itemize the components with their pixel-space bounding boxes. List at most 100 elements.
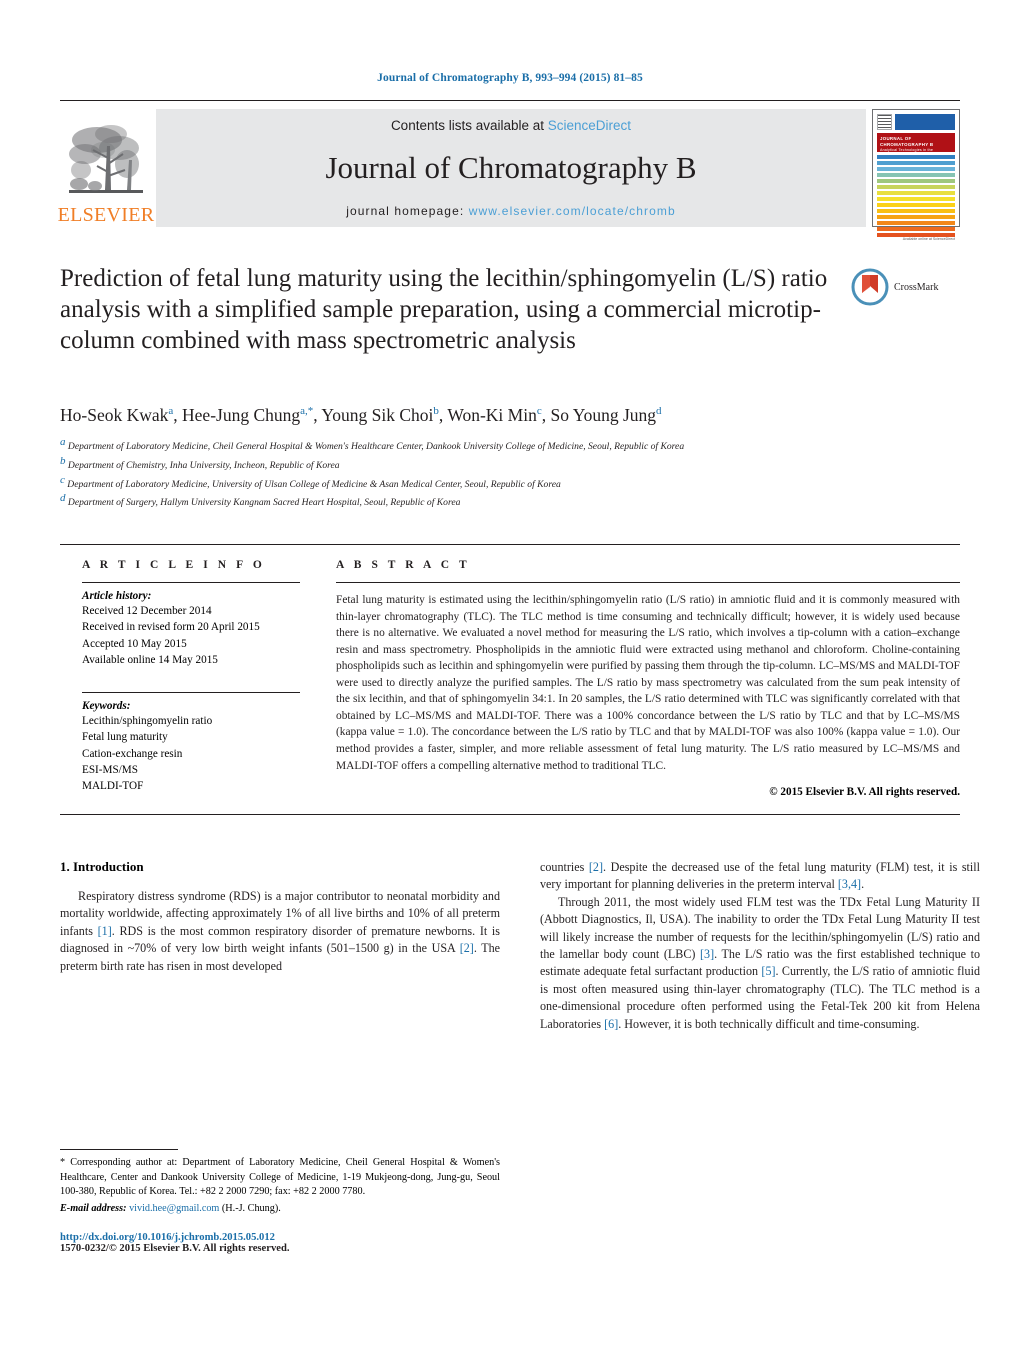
sciencedirect-link[interactable]: ScienceDirect <box>548 118 631 133</box>
citation-ref[interactable]: [3,4] <box>838 877 861 891</box>
doi-link[interactable]: http://dx.doi.org/10.1016/j.jchromb.2015… <box>60 1232 500 1243</box>
cover-red-banner: JOURNAL OF CHROMATOGRAPHY B Analytical T… <box>877 133 955 157</box>
keyword-item: MALDI-TOF <box>82 780 144 793</box>
cover-footer-text: Available online at ScienceDirect <box>902 237 955 241</box>
citation-ref[interactable]: [3] <box>700 947 714 961</box>
author-name: Won-Ki Min <box>447 405 537 425</box>
affiliation-text: Department of Laboratory Medicine, Unive… <box>67 478 561 490</box>
divider <box>336 582 960 584</box>
title-block: Prediction of fetal lung maturity using … <box>60 263 960 383</box>
cover-banner-title: JOURNAL OF CHROMATOGRAPHY B <box>880 136 934 147</box>
homepage-url-link[interactable]: www.elsevier.com/locate/chromb <box>469 204 676 218</box>
article-history-label: Article history: <box>82 590 152 603</box>
keywords-list: Lecithin/sphingomyelin ratio Fetal lung … <box>82 713 300 794</box>
crossmark-icon <box>851 268 889 306</box>
author-affiliation-marker: b <box>433 405 439 418</box>
paragraph-text: . <box>861 877 865 892</box>
cover-blue-bars <box>895 114 955 130</box>
affiliation-item: c Department of Laboratory Medicine, Uni… <box>60 473 860 492</box>
citation-ref[interactable]: [2] <box>589 860 603 874</box>
email-owner: (H.-J. Chung). <box>221 1202 281 1214</box>
affiliation-item: a Department of Laboratory Medicine, Che… <box>60 435 860 454</box>
email-label: E-mail address: <box>60 1202 127 1214</box>
keywords-label: Keywords: <box>82 700 131 713</box>
page-title: Prediction of fetal lung maturity using … <box>60 265 828 354</box>
keyword-item: Fetal lung maturity <box>82 731 168 744</box>
author-name: So Young Jung <box>550 405 657 425</box>
affiliation-item: b Department of Chemistry, Inha Universi… <box>60 454 860 473</box>
crossmark-label: CrossMark <box>894 281 939 293</box>
affiliation-text: Department of Surgery, Hallym University… <box>67 497 461 509</box>
article-history-list: Received 12 December 2014 Received in re… <box>82 603 300 668</box>
issn-copyright-line: 1570-0232/© 2015 Elsevier B.V. All right… <box>60 1243 290 1255</box>
copyright-line: © 2015 Elsevier B.V. All rights reserved… <box>769 786 960 799</box>
elsevier-tree-icon <box>69 125 143 193</box>
citation-ref[interactable]: [2] <box>460 941 474 955</box>
email-link[interactable]: vivid.hee@gmail.com <box>129 1203 219 1214</box>
abstract-column: A B S T R A C T Fetal lung maturity is e… <box>330 559 960 798</box>
intro-paragraph-right-2: Through 2011, the most widely used FLM t… <box>540 894 980 1033</box>
keyword-item: Lecithin/sphingomyelin ratio <box>82 715 213 728</box>
elsevier-wordmark: ELSEVIER <box>57 204 155 226</box>
affiliation-marker: d <box>60 492 66 505</box>
section-heading-introduction: 1. Introduction <box>60 859 144 875</box>
footnote-area: * Corresponding author at: Department of… <box>60 1149 500 1254</box>
journal-title: Journal of Chromatography B <box>325 150 697 185</box>
cover-color-stripes <box>877 155 955 237</box>
citation-ref[interactable]: [1] <box>98 924 112 938</box>
keyword-item: ESI-MS/MS <box>82 763 138 776</box>
homepage-prefix: journal homepage: <box>346 204 469 218</box>
journal-masthead: ELSEVIER Contents lists available at Sci… <box>57 100 960 241</box>
email-note: E-mail address: vivid.hee@gmail.com (H.-… <box>60 1202 500 1216</box>
cover-top-row <box>877 114 955 130</box>
paragraph-text: countries <box>540 860 589 875</box>
citation-ref[interactable]: [6] <box>604 1017 618 1031</box>
contents-prefix: Contents lists available at <box>390 118 548 133</box>
history-item: Received 12 December 2014 <box>82 605 212 618</box>
author-affiliation-marker: a <box>168 405 174 418</box>
masthead-band: Contents lists available at ScienceDirec… <box>156 109 866 227</box>
corresponding-author-text: Corresponding author at: Department of L… <box>60 1157 500 1198</box>
article-info-heading: A R T I C L E I N F O <box>82 559 266 572</box>
cover-footer: Available online at ScienceDirect <box>877 237 955 242</box>
affiliation-text: Department of Chemistry, Inha University… <box>67 459 340 471</box>
left-column: 1. Introduction Respiratory distress syn… <box>60 859 500 1254</box>
abstract-heading: A B S T R A C T <box>336 559 471 572</box>
right-column: countries [2]. Despite the decreased use… <box>540 859 980 1254</box>
contents-available-line: Contents lists available at ScienceDirec… <box>391 118 631 133</box>
divider <box>82 582 300 584</box>
paragraph-text: . However, it is both technically diffic… <box>618 1016 920 1031</box>
cover-mini-logo-icon <box>877 114 892 130</box>
abstract-text: Fetal lung maturity is estimated using t… <box>336 594 960 772</box>
running-head: Journal of Chromatography B, 993–994 (20… <box>377 72 643 84</box>
crossmark-badge[interactable]: CrossMark <box>850 267 960 307</box>
body-columns: 1. Introduction Respiratory distress syn… <box>60 859 980 1254</box>
intro-paragraph-right-1: countries [2]. Despite the decreased use… <box>540 859 980 894</box>
author-affiliation-marker: d <box>656 405 662 418</box>
info-abstract-region: A R T I C L E I N F O Article history: R… <box>60 544 960 816</box>
journal-cover-thumbnail: JOURNAL OF CHROMATOGRAPHY B Analytical T… <box>872 109 960 241</box>
elsevier-logo: ELSEVIER <box>57 109 155 227</box>
history-item: Available online 14 May 2015 <box>82 653 218 666</box>
affiliation-list: a Department of Laboratory Medicine, Che… <box>60 435 860 510</box>
divider <box>82 692 300 694</box>
article-info-column: A R T I C L E I N F O Article history: R… <box>60 559 300 798</box>
footnote-star: * <box>60 1157 66 1169</box>
affiliation-text: Department of Laboratory Medicine, Cheil… <box>67 441 685 453</box>
affiliation-marker: c <box>60 473 65 486</box>
keyword-item: Cation-exchange resin <box>82 747 183 760</box>
intro-paragraph-left: Respiratory distress syndrome (RDS) is a… <box>60 888 500 975</box>
affiliation-marker: a <box>60 436 66 448</box>
affiliation-item: d Department of Surgery, Hallym Universi… <box>60 491 860 510</box>
citation-ref[interactable]: [5] <box>761 964 775 978</box>
paragraph-text: . RDS is the most common respiratory dis… <box>60 923 500 956</box>
history-item: Accepted 10 May 2015 <box>82 637 187 650</box>
author-name: Ho-Seok Kwak <box>60 405 169 425</box>
author-name: Young Sik Choi <box>321 405 434 425</box>
footnote-divider <box>60 1149 178 1151</box>
affiliation-marker: b <box>60 454 66 467</box>
author-list: Ho-Seok Kwaka, Hee-Jung Chunga,*, Young … <box>60 405 662 425</box>
author-affiliation-marker: a,* <box>300 405 314 418</box>
paragraph-text: . Despite the decreased use of the fetal… <box>540 860 980 892</box>
